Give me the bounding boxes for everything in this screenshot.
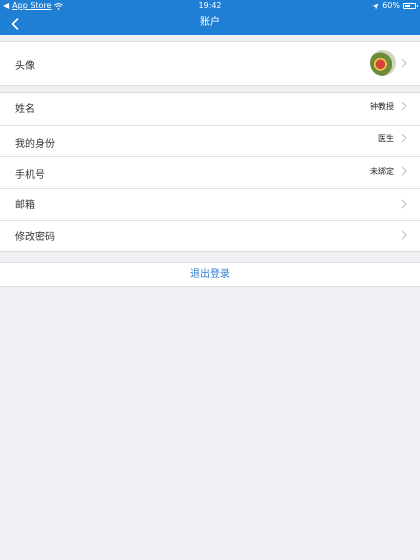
- profile-row-identity[interactable]: 我的身份 医生: [0, 125, 420, 156]
- page-title: 账户: [200, 17, 220, 28]
- name-value: 钟教授: [370, 102, 394, 111]
- email-label: 邮箱: [15, 200, 35, 211]
- phone-label: 手机号: [15, 170, 45, 181]
- location-arrow-icon: [372, 3, 379, 9]
- chevron-right-icon: [401, 166, 407, 176]
- header: ◀ App Store 19:42 60% 账户: [0, 0, 420, 35]
- name-label: 姓名: [15, 104, 35, 115]
- status-right: 60%: [372, 0, 418, 12]
- battery-nub: [417, 5, 418, 7]
- profile-group: 姓名 钟教授 我的身份 医生 手机号 未绑定 邮箱 修改密码: [0, 92, 420, 252]
- profile-row-name[interactable]: 姓名 钟教授: [0, 93, 420, 125]
- avatar-group: 头像: [0, 41, 420, 86]
- profile-row-change-password[interactable]: 修改密码: [0, 220, 420, 251]
- avatar: [370, 50, 396, 76]
- avatar-label: 头像: [15, 61, 35, 72]
- profile-row-email[interactable]: 邮箱: [0, 188, 420, 220]
- phone-value: 未绑定: [370, 167, 394, 176]
- status-time: 19:42: [198, 1, 222, 10]
- chevron-right-icon: [401, 230, 407, 240]
- battery-icon: [403, 3, 418, 9]
- identity-value: 医生: [378, 134, 394, 143]
- logout-button[interactable]: 退出登录: [0, 262, 420, 287]
- battery-percent: 60%: [382, 1, 400, 10]
- chevron-right-icon: [401, 101, 407, 111]
- status-bar: ◀ App Store 19:42 60%: [0, 0, 420, 12]
- chevron-right-icon: [401, 199, 407, 209]
- navbar: 账户: [0, 12, 420, 35]
- battery-fill: [405, 5, 410, 7]
- avatar-row[interactable]: 头像: [0, 42, 420, 85]
- change-password-label: 修改密码: [15, 232, 55, 243]
- identity-label: 我的身份: [15, 139, 55, 150]
- chevron-right-icon: [401, 133, 407, 143]
- profile-row-phone[interactable]: 手机号 未绑定: [0, 156, 420, 188]
- chevron-right-icon: [401, 58, 407, 68]
